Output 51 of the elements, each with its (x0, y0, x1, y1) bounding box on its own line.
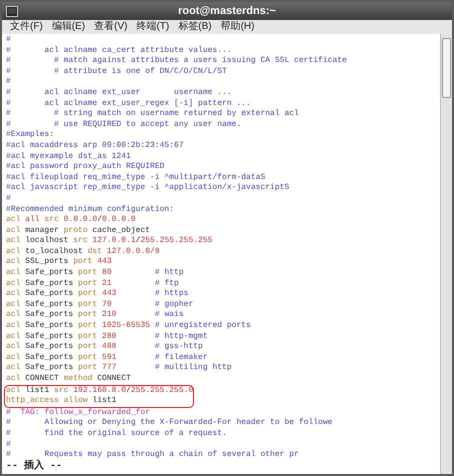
code-line: #acl myexample dst_as 1241 (6, 152, 132, 162)
code-line: acl Safe_ports port 280 # http-mgmt (6, 332, 209, 342)
terminal-icon (6, 6, 18, 16)
code-line: # TAG: follow_x_forwarded_for (6, 408, 152, 418)
code-line: # acl aclname ext_user_regex [-i] pattern ... (6, 98, 252, 109)
code-line: acl list1 src 192.168.8.0/255.255.255.0 (6, 386, 192, 396)
menu-item[interactable]: 终端(T) (136, 22, 170, 32)
code-line: #acl javascript rep_mime_type -i ^application/x-javascriptS (6, 183, 290, 194)
code-line: acl Safe_ports port 777 # multiling http (6, 363, 233, 374)
code-line: acl Safe_ports port 1025-65535 # unregistered ports (6, 321, 252, 332)
code-line: acl Safe_ports port 21 # ftp (6, 278, 180, 289)
code-line: acl Safe_ports port 443 # https (6, 289, 190, 300)
menu-item[interactable]: 文件(F) (10, 22, 43, 32)
code-line: acl to_localhost dst 127.0.0.0/8 (6, 246, 161, 257)
code-line: acl Safe_ports port 70 # gopher (6, 300, 194, 310)
code-line: # find the original source of a request. (6, 428, 228, 440)
code-line: #Examples: (6, 130, 56, 141)
code-line: acl CONNECT method CONNECT (6, 374, 132, 385)
code-line: # # use REQUIRED to accept any user name. (6, 120, 242, 130)
window-title: root@masterdns:~ (177, 4, 277, 19)
code-line: # Allowing or Denying the X-Forwarded-For header to be followe (6, 418, 334, 429)
code-line: # # match against attributes a users issuing CA SSL certificate (6, 56, 348, 67)
scrollbar-thumb[interactable] (442, 38, 451, 98)
code-line: acl Safe_ports port 80 # http (6, 268, 185, 279)
menu-item[interactable]: 编辑(E) (52, 22, 86, 32)
status-line: -- 插入 -- (6, 460, 64, 473)
code-line: # (6, 35, 12, 46)
code-line: #acl fileupload req_mime_type -i ^multipart/form-dataS (6, 172, 266, 183)
code-line: acl Safe_ports port 210 # wais (6, 310, 185, 321)
code-line: # (6, 440, 12, 450)
code-line: # # attribute is one of DN/C/O/CN/L/ST (6, 66, 228, 78)
code-line: http_access allow list1 (6, 396, 118, 407)
code-line: acl Safe_ports port 591 # filemaker (6, 352, 209, 363)
code-line: # acl aclname ca_cert attribute values... (6, 46, 233, 56)
code-line: #acl macaddress arp 09:00:2b:23:45:67 (6, 140, 185, 152)
code-line: acl Safe_ports port 488 # gss-http (6, 342, 204, 353)
menu-item[interactable]: 帮助(H) (220, 22, 254, 32)
code-line: acl localhost src 127.0.0.1/255.255.255.255 (6, 236, 214, 247)
code-line: # Requests may pass through a chain of several other pr (6, 450, 300, 460)
code-line: # (6, 194, 12, 204)
menu-item[interactable]: 标签(B) (178, 22, 212, 32)
code-line: # (6, 77, 12, 88)
code-line: #Recommended minimum configuration: (6, 204, 176, 215)
code-line: # # string match on username returned by external acl (6, 109, 300, 120)
code-line: # acl aclname ext_user username ... (6, 88, 233, 99)
menu-item[interactable]: 查看(V) (94, 22, 128, 32)
code-line: acl SSL_ports port 443 (6, 257, 113, 268)
code-line: acl manager proto cache_object (6, 226, 152, 236)
scrollbar[interactable] (440, 34, 452, 474)
code-line: acl all src 0.0.0.0/0.0.0.0 (6, 215, 137, 226)
code-line: #acl password proxy_auth REQUIRED (6, 162, 166, 173)
